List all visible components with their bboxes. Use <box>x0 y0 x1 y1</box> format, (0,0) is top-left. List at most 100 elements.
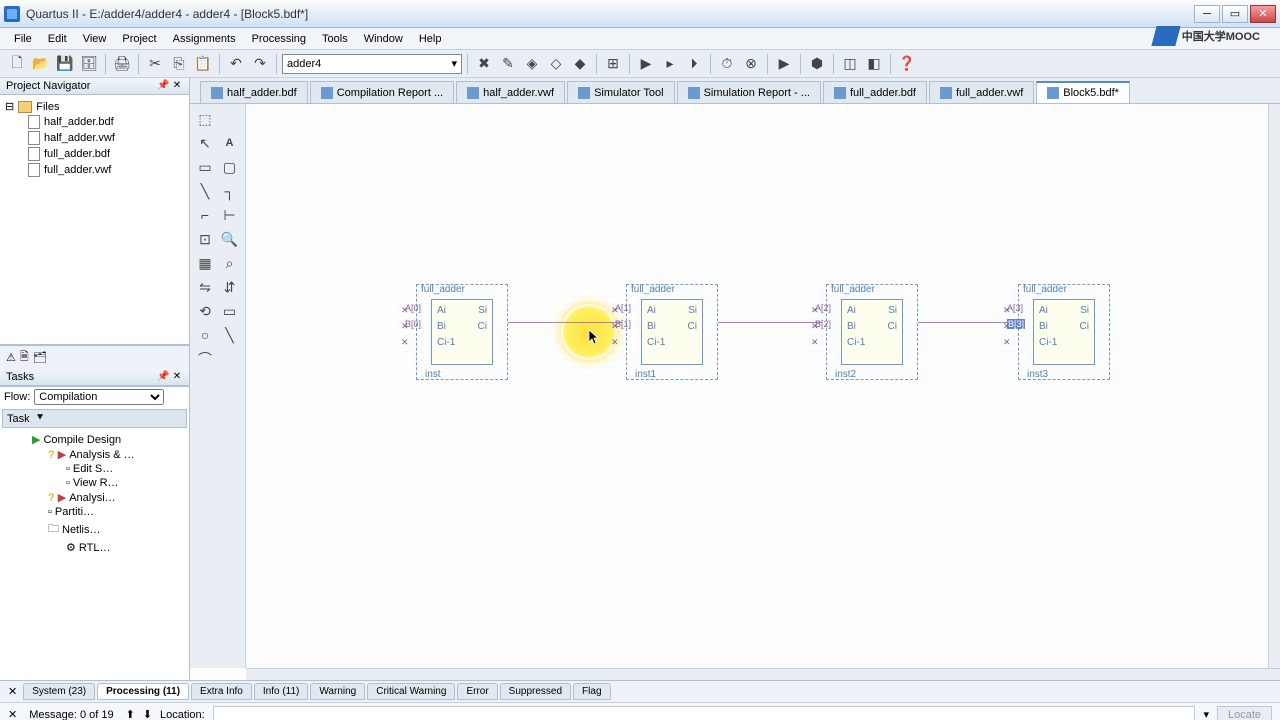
vertical-scrollbar[interactable] <box>1268 104 1280 668</box>
minimize-button[interactable]: ─ <box>1194 5 1220 23</box>
document-tab[interactable]: full_adder.bdf <box>823 81 927 103</box>
panel-pin-icon[interactable]: 📌 <box>157 80 169 92</box>
menu-assignments[interactable]: Assignments <box>165 30 244 48</box>
compile-button[interactable]: ▶ <box>635 53 657 75</box>
paste-button[interactable]: 📋 <box>192 53 214 75</box>
menu-processing[interactable]: Processing <box>244 30 314 48</box>
block-tool[interactable]: ▢ <box>219 156 241 178</box>
task-item[interactable]: ▫Partiti… <box>2 505 187 519</box>
menu-project[interactable]: Project <box>114 30 164 48</box>
undo-button[interactable]: ↶ <box>225 53 247 75</box>
message-tab[interactable]: Info (11) <box>254 683 309 700</box>
msg-prev-button[interactable]: ⬆ <box>126 708 135 720</box>
panel-pin-icon[interactable]: 📌 <box>157 371 169 383</box>
new-file-button[interactable]: 🗋 <box>6 53 28 75</box>
chip-button[interactable]: ◈ <box>521 53 543 75</box>
line2-tool[interactable]: ╲ <box>219 324 241 346</box>
save-button[interactable]: 💾 <box>54 53 76 75</box>
print-button[interactable]: 🖨 <box>111 53 133 75</box>
message-tab[interactable]: Critical Warning <box>367 683 455 700</box>
menu-edit[interactable]: Edit <box>40 30 75 48</box>
gate-button[interactable]: ⊗ <box>740 53 762 75</box>
block-editor[interactable]: ⬚ ↖ A ▭ ▢ ╲ ┐ ⌐ ⊢ ⊡ 🔍 ▦ ⌕ ⇋ ⇵ ⟲ ▭ ○ ╲ ⌒ <box>190 104 1280 680</box>
chip-planner-button[interactable]: ◫ <box>839 53 861 75</box>
cut-button[interactable]: ✂ <box>144 53 166 75</box>
document-tab[interactable]: Simulator Tool <box>567 81 675 103</box>
flow-select[interactable]: Compilation <box>34 389 164 405</box>
file-item[interactable]: half_adder.vwf <box>4 130 185 146</box>
zoom-tool[interactable]: ⊡ <box>194 228 216 250</box>
run-button[interactable]: ▶ <box>773 53 795 75</box>
locate-button[interactable]: Locate <box>1217 706 1272 720</box>
schematic-canvas[interactable]: full_adderA[0]B[0]✕✕✕AiBiCi-1SiCiinst ful… <box>246 104 1268 668</box>
hierarchy-button[interactable]: ⊞ <box>602 53 624 75</box>
project-combo[interactable]: adder4▾ <box>282 54 462 74</box>
location-field[interactable] <box>213 706 1196 720</box>
menu-tools[interactable]: Tools <box>314 30 356 48</box>
menu-help[interactable]: Help <box>411 30 450 48</box>
settings-button[interactable]: ✖ <box>473 53 495 75</box>
flip-v-tool[interactable]: ⇵ <box>219 276 241 298</box>
task-item[interactable]: ⚙RTL… <box>2 540 187 555</box>
messages-close-icon[interactable]: ✕ <box>8 708 17 720</box>
signal-tap-button[interactable]: ◧ <box>863 53 885 75</box>
copy-button[interactable]: ⎘ <box>168 53 190 75</box>
task-item[interactable]: ▶Compile Design <box>2 432 187 447</box>
message-tab[interactable]: Error <box>457 683 497 700</box>
document-tab[interactable]: half_adder.bdf <box>200 81 308 103</box>
pin-button[interactable]: ◇ <box>545 53 567 75</box>
pointer-tool[interactable]: ↖ <box>194 132 216 154</box>
conduit-tool[interactable]: ⌐ <box>194 204 216 226</box>
save-all-button[interactable]: 🗄 <box>78 53 100 75</box>
file-item[interactable]: half_adder.bdf <box>4 114 185 130</box>
timing-analyze-button[interactable]: ⏱ <box>716 53 738 75</box>
rect-tool[interactable]: ▭ <box>219 300 241 322</box>
find-tool[interactable]: ⌕ <box>219 252 241 274</box>
timing-button[interactable]: ◆ <box>569 53 591 75</box>
task-item[interactable]: ? ▶Analysis & … <box>2 447 187 462</box>
assignment-button[interactable]: ✎ <box>497 53 519 75</box>
document-tab[interactable]: Simulation Report - ... <box>677 81 821 103</box>
open-file-button[interactable]: 📂 <box>30 53 52 75</box>
files-tab-icon[interactable]: 🗎 <box>20 348 29 367</box>
full-adder-block[interactable]: full_adderA[1]B[1]✕✕✕AiBiCi-1SiCiinst1 <box>626 284 718 380</box>
node-tool[interactable]: ⊢ <box>219 204 241 226</box>
simulate-button[interactable]: ⏵ <box>683 53 705 75</box>
rotate-tool[interactable]: ⟲ <box>194 300 216 322</box>
document-tab[interactable]: Block5.bdf* <box>1036 81 1130 103</box>
message-tab[interactable]: Flag <box>573 683 610 700</box>
message-tab[interactable]: System (23) <box>23 683 95 700</box>
oval-tool[interactable]: ○ <box>194 324 216 346</box>
redo-button[interactable]: ↷ <box>249 53 271 75</box>
programmer-button[interactable]: ⬢ <box>806 53 828 75</box>
full-adder-block[interactable]: full_adderA[3]B[3]✕✕✕AiBiCi-1SiCiinst3 <box>1018 284 1110 380</box>
close-button[interactable]: ✕ <box>1250 5 1276 23</box>
line-tool[interactable]: ╲ <box>194 180 216 202</box>
document-tab[interactable]: Compilation Report ... <box>310 81 454 103</box>
zoom-in-tool[interactable]: 🔍 <box>219 228 241 250</box>
design-units-icon[interactable]: 🗂 <box>33 351 47 364</box>
text-tool[interactable]: A <box>219 132 241 154</box>
arc-tool[interactable]: ⌒ <box>194 348 216 370</box>
task-item[interactable]: ▫View R… <box>2 476 187 490</box>
menu-window[interactable]: Window <box>356 30 411 48</box>
maximize-button[interactable]: ▭ <box>1222 5 1248 23</box>
files-tree[interactable]: ⊟Files half_adder.bdfhalf_adder.vwffull_… <box>0 95 189 345</box>
flip-h-tool[interactable]: ⇋ <box>194 276 216 298</box>
symbol-tool[interactable]: ▭ <box>194 156 216 178</box>
panel-close-icon[interactable]: ✕ <box>171 371 183 383</box>
panel-close-icon[interactable]: ✕ <box>171 80 183 92</box>
bus-tool[interactable]: ┐ <box>219 180 241 202</box>
help-button[interactable]: ❓ <box>896 53 918 75</box>
document-tab[interactable]: full_adder.vwf <box>929 81 1034 103</box>
task-item[interactable]: 🗀Netlis… <box>2 519 187 540</box>
document-tab[interactable]: half_adder.vwf <box>456 81 565 103</box>
full-adder-block[interactable]: full_adderA[0]B[0]✕✕✕AiBiCi-1SiCiinst <box>416 284 508 380</box>
menu-view[interactable]: View <box>75 30 115 48</box>
task-item[interactable]: ▫Edit S… <box>2 462 187 476</box>
message-tab[interactable]: Warning <box>310 683 365 700</box>
task-item[interactable]: ? ▶Analysi… <box>2 490 187 505</box>
full-view-tool[interactable]: ▦ <box>194 252 216 274</box>
message-close-icon[interactable]: ✕ <box>8 685 17 698</box>
full-adder-block[interactable]: full_adderA[2]B[2]✕✕✕AiBiCi-1SiCiinst2 <box>826 284 918 380</box>
